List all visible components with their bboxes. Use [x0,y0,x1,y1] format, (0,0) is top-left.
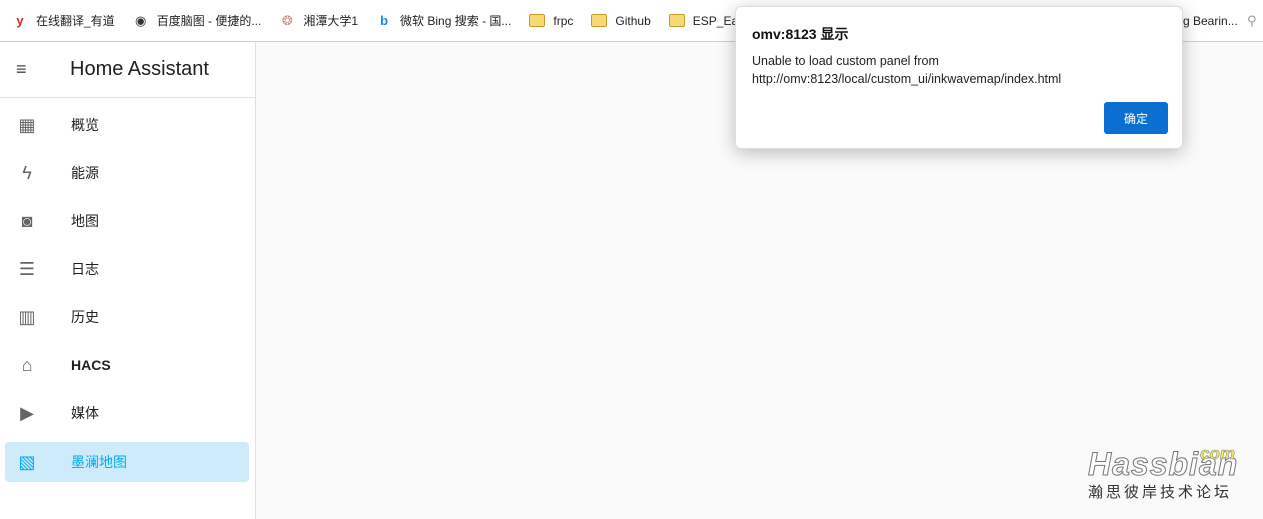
bookmark-label: 在线翻译_有道 [36,14,115,28]
lightning-icon: ϟ [22,162,32,183]
bookmark-label: Github [615,13,651,28]
sidebar-item-label: 历史 [71,309,99,325]
sidebar-item-label: 概览 [71,117,99,133]
folder-icon [668,13,685,29]
sidebar-item-map[interactable]: ◙ 地图 [5,201,249,241]
sidebar-item-label: HACS [71,357,111,373]
owl-icon: ◉ [135,12,147,28]
watermark-subtitle: 瀚思彼岸技术论坛 [1088,484,1233,501]
sidebar-item-media[interactable]: ▶ 媒体 [5,393,249,433]
dialog-title: omv:8123 显示 [752,26,849,42]
university-seal-icon: ❂ [281,12,293,28]
play-icon: ▶ [20,402,34,423]
sidebar-item-label: 媒体 [71,405,99,421]
bookmark-youdao[interactable]: y 在线翻译_有道 [12,12,115,29]
ok-button[interactable]: 确定 [1104,102,1168,134]
map-icon: ▧ [18,451,36,472]
watermark: Hassbian com 瀚思彼岸技术论坛 [1087,444,1238,502]
sidebar-item-label: 墨澜地图 [71,454,127,470]
bookmark-xtu[interactable]: ❂ 湘潭大学1 [279,12,358,29]
alert-dialog: omv:8123 显示 Unable to load custom panel … [735,6,1183,149]
dashboard-icon: ▦ [18,114,36,135]
sidebar-item-energy[interactable]: ϟ 能源 [5,153,249,193]
bookmark-frpc[interactable]: frpc [529,13,573,29]
sidebar: ≡ Home Assistant ▦ 概览 ϟ 能源 ◙ 地图 ☰ 日志 ▥ 历史 ⌂ HA… [0,42,256,519]
youdao-icon: y [16,13,24,28]
sidebar-item-label: 日志 [71,261,99,277]
menu-collapse-icon[interactable]: ≡ [16,59,38,80]
dialog-message: Unable to load custom panel from http://… [752,54,1062,86]
bookmark-github[interactable]: Github [591,13,651,29]
app-title: Home Assistant [70,58,209,80]
sidebar-item-label: 能源 [71,165,99,181]
sidebar-item-inkwavemap[interactable]: ▧ 墨澜地图 [5,442,249,482]
watermark-tld: com [1200,444,1236,464]
chart-icon: ▥ [18,306,36,327]
bing-icon: b [380,13,389,28]
sidebar-item-overview[interactable]: ▦ 概览 [5,105,249,145]
list-icon: ☰ [18,258,36,279]
sidebar-item-history[interactable]: ▥ 历史 [5,297,249,337]
sidebar-item-label: 地图 [71,213,99,229]
bookmark-bing[interactable]: b 微软 Bing 搜索 - 国... [376,12,511,29]
map-pin-icon: ◙ [21,210,33,231]
store-icon: ⌂ [21,354,33,375]
sidebar-item-hacs[interactable]: ⌂ HACS [5,345,249,385]
bookmark-overflow[interactable]: g Bearin... [1183,14,1238,28]
bookmark-label: 微软 Bing 搜索 - 国... [400,14,512,28]
folder-icon [529,13,546,29]
bookmark-label: 百度脑图 - 便捷的... [156,14,262,28]
sidebar-header: ≡ Home Assistant [0,42,255,98]
search-icon[interactable]: ⚲ [1247,13,1257,29]
bookmark-label: 湘潭大学1 [303,14,359,28]
sidebar-item-logbook[interactable]: ☰ 日志 [5,249,249,289]
bookmark-naotu[interactable]: ◉ 百度脑图 - 便捷的... [133,12,262,29]
folder-icon [591,13,608,29]
bookmark-label: frpc [553,13,574,28]
